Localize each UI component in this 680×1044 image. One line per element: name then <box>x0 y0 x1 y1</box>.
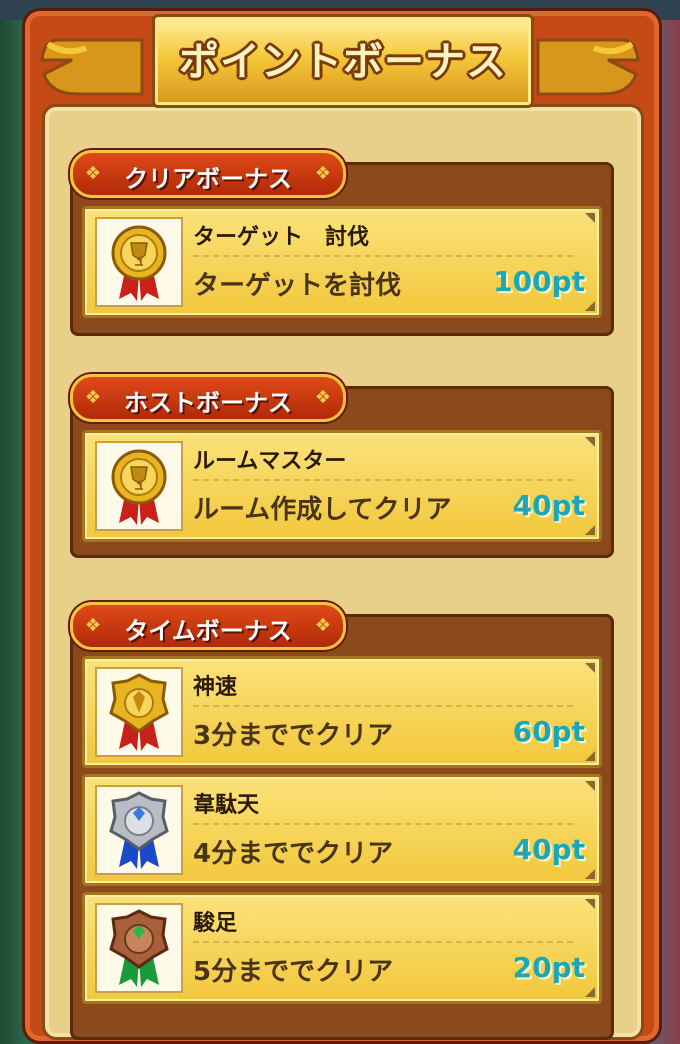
bonus-row-4min: 韋駄天 4分まででクリア 40pt <box>82 774 602 886</box>
row-divider <box>193 941 573 943</box>
bonus-points: 100pt <box>493 265 585 298</box>
bonus-points: 20pt <box>512 951 585 984</box>
corner-ornament <box>585 301 595 311</box>
title-banner: ポイントボーナス <box>152 14 534 108</box>
corner-ornament <box>585 869 595 879</box>
page-title: ポイントボーナス <box>179 39 507 85</box>
medal-frame <box>95 903 183 993</box>
bonus-description: 3分まででクリア <box>193 721 394 751</box>
bonus-name: 韋駄天 <box>193 793 260 818</box>
section-label-time-bonus: ❖ タイムボーナス ❖ <box>70 602 346 650</box>
section-label-clear-bonus: ❖ クリアボーナス ❖ <box>70 150 346 198</box>
bonus-name: ターゲット 討伐 <box>193 225 370 250</box>
bonus-row-room-master: ルームマスター ルーム作成してクリア 40pt <box>82 430 602 542</box>
corner-ornament <box>585 781 595 791</box>
bonus-row-5min: 駿足 5分まででクリア 20pt <box>82 892 602 1004</box>
medal-frame <box>95 667 183 757</box>
corner-ornament <box>585 899 595 909</box>
gold-trophy-medal-icon <box>111 225 167 301</box>
section-title: ホストボーナス <box>124 389 292 417</box>
section-title: クリアボーナス <box>124 165 292 193</box>
corner-ornament <box>585 437 595 447</box>
bonus-name: 駿足 <box>193 911 238 936</box>
bonus-points: 40pt <box>512 833 585 866</box>
right-wing-ornament <box>536 38 640 96</box>
bonus-description: ターゲットを討伐 <box>193 271 402 301</box>
bonus-description: 4分まででクリア <box>193 839 394 869</box>
corner-ornament <box>585 525 595 535</box>
bonus-points: 60pt <box>512 715 585 748</box>
medal-frame <box>95 441 183 531</box>
fleur-right-icon: ❖ <box>314 615 332 636</box>
bonus-points: 40pt <box>512 489 585 522</box>
bonus-name: ルームマスター <box>193 449 347 474</box>
bonus-description: ルーム作成してクリア <box>193 495 452 525</box>
row-divider <box>193 255 573 257</box>
bonus-description: 5分まででクリア <box>193 957 394 987</box>
gold-medal-icon <box>109 673 169 751</box>
medal-frame <box>95 217 183 307</box>
corner-ornament <box>585 663 595 673</box>
silver-medal-icon <box>109 791 169 869</box>
fleur-right-icon: ❖ <box>314 163 332 184</box>
bronze-medal-icon <box>109 909 169 987</box>
left-wing-ornament <box>40 38 144 96</box>
fleur-right-icon: ❖ <box>314 387 332 408</box>
gold-trophy-medal-icon <box>111 449 167 525</box>
section-label-host-bonus: ❖ ホストボーナス ❖ <box>70 374 346 422</box>
corner-ornament <box>585 987 595 997</box>
section-title: タイムボーナス <box>124 617 292 645</box>
medal-frame <box>95 785 183 875</box>
row-divider <box>193 823 573 825</box>
row-divider <box>193 479 573 481</box>
bonus-name: 神速 <box>193 675 238 700</box>
corner-ornament <box>585 213 595 223</box>
bonus-row-target: ターゲット 討伐 ターゲットを討伐 100pt <box>82 206 602 318</box>
row-divider <box>193 705 573 707</box>
corner-ornament <box>585 751 595 761</box>
bonus-row-3min: 神速 3分まででクリア 60pt <box>82 656 602 768</box>
